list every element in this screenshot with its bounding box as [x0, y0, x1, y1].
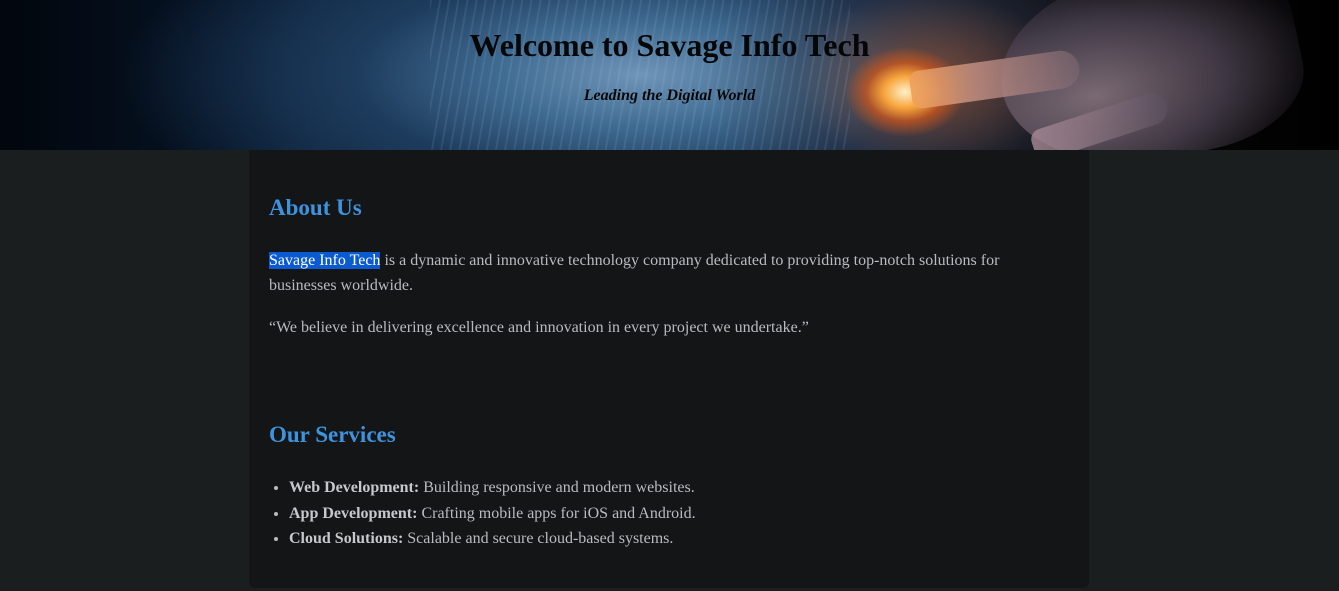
- services-section: Our Services Web Development: Building r…: [269, 421, 1049, 552]
- service-desc: Scalable and secure cloud-based systems.: [403, 530, 674, 547]
- hero-banner: Welcome to Savage Info Tech Leading the …: [0, 0, 1339, 150]
- content-card: About Us Savage Info Tech is a dynamic a…: [249, 150, 1089, 588]
- page-title: Welcome to Savage Info Tech: [469, 27, 870, 63]
- service-item-web: Web Development: Building responsive and…: [289, 475, 1049, 501]
- service-desc: Crafting mobile apps for iOS and Android…: [417, 504, 696, 522]
- service-title: Cloud Solutions:: [289, 530, 404, 547]
- service-item-app: App Development: Crafting mobile apps fo…: [289, 501, 1049, 527]
- selected-text[interactable]: Savage Info Tech: [269, 252, 381, 269]
- services-heading: Our Services: [269, 422, 396, 447]
- about-heading: About Us: [269, 195, 362, 220]
- about-section: About Us Savage Info Tech is a dynamic a…: [269, 194, 1049, 340]
- page-tagline: Leading the Digital World: [583, 87, 756, 104]
- service-title: App Development:: [289, 504, 418, 522]
- service-desc: Building responsive and modern websites.: [419, 479, 695, 496]
- hero-text: Welcome to Savage Info Tech Leading the …: [0, 0, 1339, 106]
- about-quote: “We believe in delivering excellence and…: [269, 319, 809, 336]
- services-list: Web Development: Building responsive and…: [269, 475, 1049, 552]
- service-item-cloud: Cloud Solutions: Scalable and secure clo…: [289, 526, 1049, 552]
- service-title: Web Development:: [289, 479, 420, 496]
- about-paragraph: Savage Info Tech is a dynamic and innova…: [269, 248, 1049, 298]
